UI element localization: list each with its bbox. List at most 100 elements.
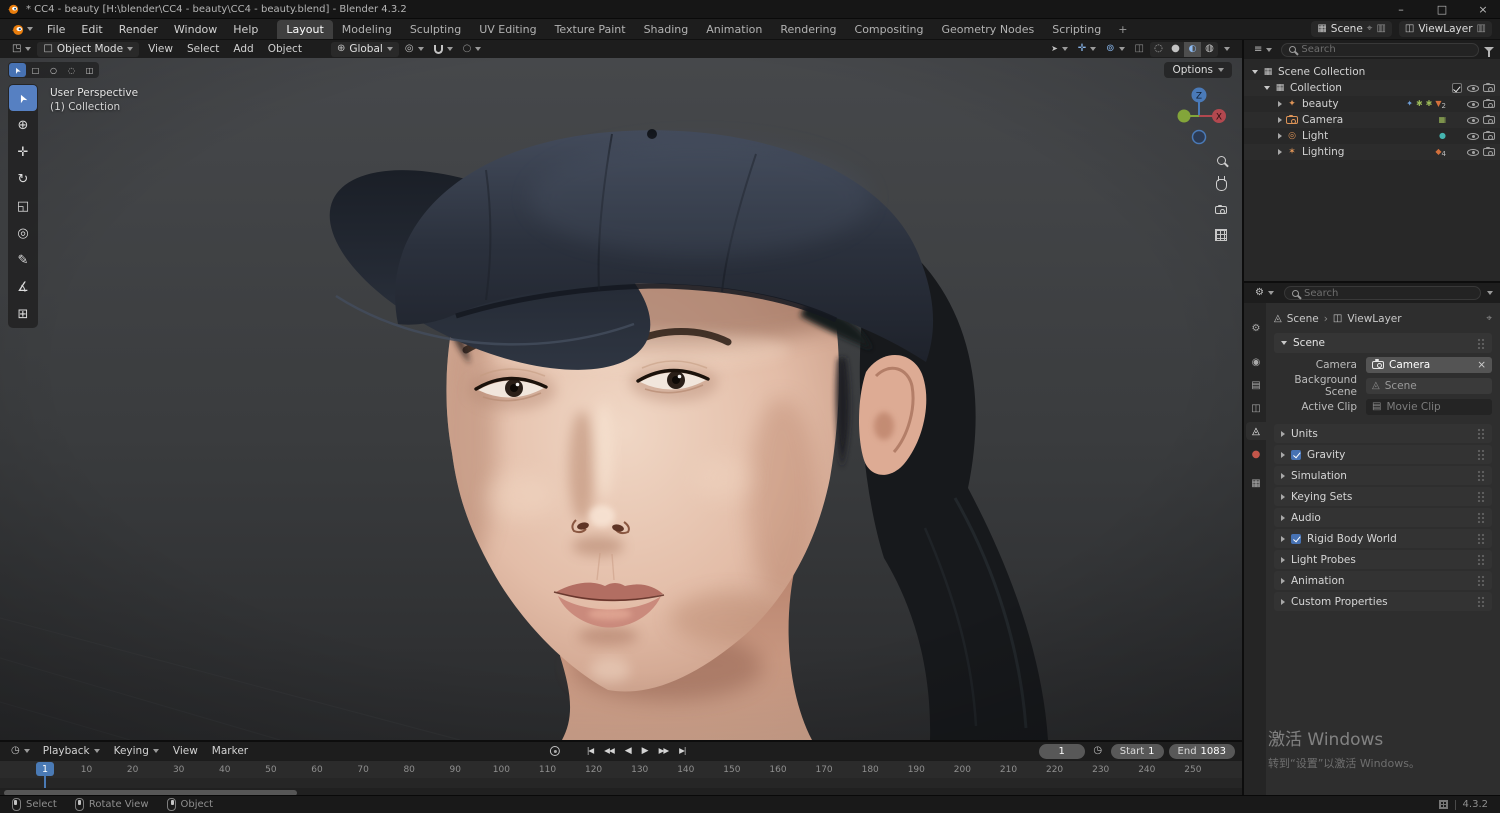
viewport-menu-item[interactable]: View bbox=[141, 42, 180, 56]
outliner-row-collection[interactable]: ▦ Collection bbox=[1244, 80, 1500, 96]
mesh-data-icon[interactable]: ✱ bbox=[1416, 100, 1423, 108]
properties-panel[interactable]: Light Probes bbox=[1274, 550, 1492, 569]
select-mode-button[interactable]: ◌ bbox=[63, 63, 80, 77]
instance-icon[interactable]: ◆4 bbox=[1435, 148, 1446, 158]
axis-navigation-gizmo[interactable]: Z X bbox=[1167, 84, 1231, 148]
viewlayer-selector[interactable]: ◫ ViewLayer ▥ bbox=[1398, 21, 1492, 37]
current-frame-indicator[interactable]: 1 bbox=[36, 762, 54, 776]
chevron-down-icon[interactable] bbox=[1487, 291, 1493, 295]
pan-button[interactable] bbox=[1213, 175, 1229, 193]
viewport-canvas[interactable]: ➤ □ ○ ◌ ◫ Options User Perspective (1) Colle… bbox=[0, 58, 1242, 740]
viewport-3d[interactable]: ◳ □ Object Mode View Select Add Object ⊕ Gl… bbox=[0, 40, 1242, 740]
disclosure-icon[interactable] bbox=[1278, 133, 1282, 139]
axis-y-ball[interactable] bbox=[1177, 109, 1191, 123]
light-data-icon[interactable]: ● bbox=[1439, 132, 1446, 140]
workspace-tab[interactable]: UV Editing bbox=[470, 20, 545, 39]
tool-button[interactable]: ⊕ bbox=[9, 112, 37, 138]
workspace-tab[interactable]: Texture Paint bbox=[546, 20, 635, 39]
properties-search-input[interactable]: Search bbox=[1283, 286, 1481, 300]
breadcrumb-scene[interactable]: Scene bbox=[1287, 313, 1319, 325]
timeline-menu-item[interactable]: Keying bbox=[107, 744, 166, 758]
viewport-menu-item[interactable]: Select bbox=[180, 42, 226, 56]
hide-viewport-toggle[interactable] bbox=[1467, 148, 1479, 156]
drag-handle[interactable] bbox=[1477, 491, 1485, 502]
disable-render-toggle[interactable] bbox=[1483, 130, 1495, 140]
xray-toggle[interactable]: ◫ bbox=[1131, 44, 1148, 54]
viewport-menu-item[interactable]: Object bbox=[261, 42, 309, 56]
drag-handle[interactable] bbox=[1477, 533, 1485, 544]
add-workspace-button[interactable]: + bbox=[1111, 21, 1134, 38]
workspace-tab[interactable]: Animation bbox=[697, 20, 771, 39]
clear-button[interactable]: × bbox=[1477, 359, 1486, 371]
transport-button[interactable]: ▶ bbox=[638, 745, 652, 757]
disclosure-icon[interactable] bbox=[1252, 70, 1258, 74]
background-scene-field[interactable]: ◬ Scene bbox=[1366, 377, 1492, 394]
properties-tab[interactable]: ● bbox=[1246, 445, 1266, 463]
auto-keying-toggle[interactable] bbox=[547, 743, 563, 759]
camera-field[interactable]: Camera × bbox=[1366, 356, 1492, 373]
disable-render-toggle[interactable] bbox=[1483, 146, 1495, 156]
transport-button[interactable]: ◀ bbox=[621, 745, 635, 757]
editor-type-button[interactable]: ◷ bbox=[7, 746, 34, 756]
orthographic-toggle[interactable] bbox=[1213, 227, 1229, 243]
timeline-menu-item[interactable]: Playback bbox=[36, 744, 107, 758]
properties-tab[interactable]: ▦ bbox=[1246, 475, 1266, 493]
active-clip-field[interactable]: ▤ Movie Clip bbox=[1366, 398, 1492, 415]
scene-panel-header[interactable]: Scene bbox=[1274, 333, 1492, 353]
shading-wireframe-button[interactable]: ◌ bbox=[1150, 42, 1167, 57]
properties-tab[interactable]: ◫ bbox=[1246, 399, 1266, 417]
material-icon[interactable]: ▼2 bbox=[1435, 100, 1446, 110]
outliner-search-input[interactable]: Search bbox=[1281, 42, 1479, 57]
workspace-tab[interactable]: Rendering bbox=[771, 20, 845, 39]
axis-negz-ball[interactable] bbox=[1191, 129, 1207, 145]
properties-panel[interactable]: Custom Properties bbox=[1274, 592, 1492, 611]
panel-checkbox[interactable] bbox=[1291, 449, 1301, 460]
disable-render-toggle[interactable] bbox=[1483, 82, 1495, 92]
properties-panel[interactable]: Keying Sets bbox=[1274, 487, 1492, 506]
disclosure-icon[interactable] bbox=[1278, 149, 1282, 155]
scene-selector[interactable]: ▦ Scene ⌖ ▥ bbox=[1311, 21, 1392, 37]
hide-viewport-toggle[interactable] bbox=[1467, 84, 1479, 92]
disable-render-toggle[interactable] bbox=[1483, 114, 1495, 124]
hide-viewport-toggle[interactable] bbox=[1467, 116, 1479, 124]
mode-dropdown[interactable]: □ Object Mode bbox=[37, 41, 140, 57]
pin-icon[interactable]: ⌖ bbox=[1486, 314, 1492, 324]
hide-viewport-toggle[interactable] bbox=[1467, 132, 1479, 140]
camera-view-button[interactable] bbox=[1213, 202, 1229, 218]
object-visibility-dropdown[interactable]: ➤ bbox=[1047, 45, 1072, 53]
overlays-toggle[interactable]: ⊚ bbox=[1102, 44, 1128, 54]
timeline-menu-item[interactable]: Marker bbox=[205, 744, 255, 758]
outliner-row-lighting[interactable]: ✶ Lighting ◆4 bbox=[1244, 144, 1500, 160]
zoom-button[interactable] bbox=[1213, 152, 1229, 168]
menu-item[interactable]: Window bbox=[166, 21, 225, 38]
timeline-ruler-ticks[interactable]: 10 20 30 40 50 60 70 80 90 100 110 120 130 140 150 160 1… bbox=[0, 760, 1242, 778]
new-scene-button[interactable]: ▥ bbox=[1376, 24, 1385, 34]
viewport-menu-item[interactable]: Add bbox=[226, 42, 260, 56]
close-button[interactable]: × bbox=[1466, 0, 1500, 19]
pivot-dropdown[interactable]: ◎ bbox=[401, 44, 428, 54]
drag-handle[interactable] bbox=[1477, 512, 1485, 523]
workspace-tab[interactable]: Sculpting bbox=[401, 20, 470, 39]
workspace-tab[interactable]: Layout bbox=[277, 19, 333, 39]
menu-item[interactable]: Edit bbox=[73, 21, 110, 38]
tool-button[interactable]: ➤ bbox=[9, 85, 37, 111]
shading-solid-button[interactable]: ● bbox=[1167, 42, 1184, 57]
properties-panel[interactable]: Audio bbox=[1274, 508, 1492, 527]
properties-tab[interactable]: ⚙ bbox=[1246, 320, 1266, 338]
gizmos-toggle[interactable]: ✛ bbox=[1074, 44, 1100, 54]
menu-item[interactable]: File bbox=[39, 21, 73, 38]
filter-icon[interactable] bbox=[1484, 47, 1494, 57]
editor-type-button[interactable]: ◳ bbox=[8, 44, 35, 54]
drag-handle[interactable] bbox=[1477, 470, 1485, 481]
select-mode-button[interactable]: ➤ bbox=[9, 63, 26, 77]
blender-menu-button[interactable] bbox=[6, 23, 38, 36]
disable-render-toggle[interactable] bbox=[1483, 98, 1495, 108]
transport-button[interactable]: ▶▶ bbox=[655, 745, 673, 757]
menu-item[interactable]: Help bbox=[225, 21, 266, 38]
outliner-row-light[interactable]: ◎ Light ● bbox=[1244, 128, 1500, 144]
current-frame-field[interactable]: 1 bbox=[1038, 743, 1085, 759]
mesh-data-icon[interactable]: ✱ bbox=[1426, 100, 1433, 108]
select-mode-button[interactable]: □ bbox=[27, 63, 44, 77]
tool-button[interactable]: ⊞ bbox=[9, 301, 37, 327]
properties-tab[interactable]: ▤ bbox=[1246, 376, 1266, 394]
